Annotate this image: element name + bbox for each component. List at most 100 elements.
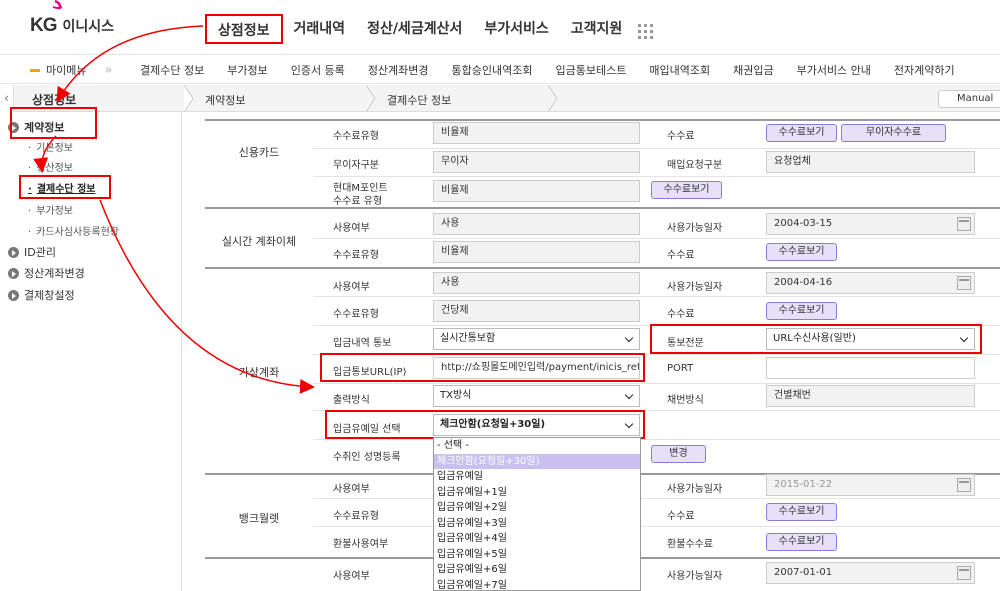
dropdown-option[interactable]: 입금유예일+3일: [434, 516, 640, 532]
gnb-store-info[interactable]: 상점정보: [205, 14, 283, 44]
section-label: 실시간 계좌이체: [221, 235, 297, 248]
deposit-grace-dropdown-list: - 선택 - 체크안함(요청일+30일) 입금유예일 입금유예일+1일 입금유예…: [433, 437, 641, 591]
manual-button[interactable]: Manual: [938, 90, 1000, 108]
card-fee-view-button[interactable]: 수수료보기: [766, 124, 837, 142]
vaccount-fee-type-field: 건당제: [433, 300, 640, 322]
calendar-icon[interactable]: [957, 276, 971, 290]
next-date-field: 2007-01-01: [766, 562, 975, 584]
top-header: KG 이니시스 상점정보 거래내역 정산/세금계산서 부가서비스 고객지원: [0, 0, 1000, 50]
row-divider: [313, 498, 1000, 499]
field-label: 수수료: [667, 131, 695, 142]
port-input[interactable]: [766, 357, 975, 379]
print-method-select[interactable]: TX방식: [433, 385, 640, 407]
card-fee-type-field: 비율제: [433, 122, 640, 144]
field-label: 수수료: [667, 250, 695, 261]
field-label: 사용여부: [333, 223, 370, 234]
row-divider: [313, 148, 1000, 149]
my-menu[interactable]: 마이메뉴 »: [30, 62, 112, 78]
global-nav: 상점정보 거래내역 정산/세금계산서 부가서비스 고객지원: [205, 14, 633, 44]
field-label: 환불수수료: [667, 539, 713, 550]
breadcrumb-level2: 결제수단 정보: [387, 94, 452, 107]
vaccount-fee-view-button[interactable]: 수수료보기: [766, 302, 837, 320]
sidebar-sub-additional[interactable]: 부가정보: [28, 202, 73, 217]
field-label: 무이자구분: [333, 160, 379, 171]
calendar-icon[interactable]: [957, 217, 971, 231]
vaccount-use-field: 사용: [433, 272, 640, 294]
row-divider: [313, 526, 1000, 527]
logo-name-text: 이니시스: [62, 19, 115, 35]
subnav-additional-info[interactable]: 부가정보: [227, 62, 267, 78]
realtime-fee-view-button[interactable]: 수수료보기: [766, 243, 837, 261]
highlight-box: [325, 410, 645, 439]
field-label: 수수료유형: [333, 511, 379, 522]
my-menu-label: 마이메뉴: [46, 64, 87, 77]
sidebar-item-label: 정산계좌변경: [24, 267, 85, 280]
logo-kg-text: KG: [30, 15, 57, 36]
field-label: 사용가능일자: [667, 484, 723, 495]
field-label: 채번방식: [667, 395, 704, 406]
sub-nav-items: 결제수단 정보 부가정보 인증서 등록 정산계좌변경 통합승인내역조회 입금통보…: [140, 62, 978, 78]
breadcrumb-home: 상점정보: [32, 93, 77, 107]
dropdown-option[interactable]: 입금유예일: [434, 469, 640, 485]
subnav-service-guide[interactable]: 부가서비스 안내: [797, 62, 871, 78]
calendar-icon[interactable]: [957, 478, 971, 492]
section-label: 신용카드: [238, 146, 280, 159]
card-hyundai-fee-view-button[interactable]: 수수료보기: [651, 181, 722, 199]
circle-arrow-icon: [8, 267, 19, 279]
receiver-change-button[interactable]: 변경: [651, 445, 706, 463]
dropdown-option[interactable]: - 선택 -: [434, 438, 640, 454]
field-label: 수수료 유형: [333, 196, 383, 207]
field-label: 사용가능일자: [667, 223, 723, 234]
subnav-certificate[interactable]: 인증서 등록: [291, 62, 345, 78]
row-divider: [313, 439, 1000, 440]
subnav-bond-deposit[interactable]: 채권입금: [733, 62, 773, 78]
sidebar-item-label: ID관리: [24, 246, 56, 259]
subnav-account-change[interactable]: 정산계좌변경: [368, 62, 429, 78]
sidebar-sub-settlement[interactable]: 정산정보: [28, 159, 73, 174]
dropdown-option[interactable]: 입금유예일+7일: [434, 578, 640, 591]
sidebar-sub-card-review[interactable]: 카드사심사등록현황: [28, 223, 119, 238]
dropdown-option-selected[interactable]: 체크안함(요청일+30일): [434, 453, 640, 469]
kg-inicis-logo[interactable]: KG 이니시스: [30, 0, 115, 38]
field-label: 환불사용여부: [333, 539, 389, 550]
gnb-settlement[interactable]: 정산/세금계산서: [356, 14, 473, 44]
field-label: 사용여부: [333, 571, 370, 582]
subnav-payment-method[interactable]: 결제수단 정보: [140, 62, 204, 78]
sidebar-item-id[interactable]: ID관리: [8, 244, 56, 260]
circle-arrow-icon: [8, 289, 19, 301]
dropdown-option[interactable]: 입금유예일+2일: [434, 500, 640, 516]
sidebar-item-account-change[interactable]: 정산계좌변경: [8, 265, 85, 281]
bank-refund-fee-view-button[interactable]: 수수료보기: [766, 533, 837, 551]
highlight-box: [320, 353, 645, 382]
card-hyundai-fee-type-field: 비율제: [433, 180, 640, 202]
my-menu-bar-icon: [30, 68, 40, 72]
sidebar-sub-basic[interactable]: 기본정보: [28, 139, 73, 154]
subnav-purchase-history[interactable]: 매입내역조회: [649, 62, 710, 78]
field-label: 사용여부: [333, 282, 370, 293]
all-menu-grid-icon[interactable]: [638, 24, 653, 39]
gnb-additional-services[interactable]: 부가서비스: [473, 14, 559, 44]
dropdown-option[interactable]: 입금유예일+5일: [434, 547, 640, 563]
sidebar-item-payment-window[interactable]: 결제창설정: [8, 287, 75, 303]
breadcrumb-separator-icon: [365, 85, 376, 112]
subnav-e-contract[interactable]: 전자계약하기: [894, 62, 955, 78]
field-label: 매입요청구분: [667, 160, 723, 171]
deposit-notify-select[interactable]: 실시간통보함: [433, 328, 640, 350]
card-purchase-request-field: 요청업체: [766, 151, 975, 173]
card-free-interest-fee-button[interactable]: 무이자수수료: [841, 124, 946, 142]
logo-mark-icon: [52, 0, 63, 10]
bank-date-field: 2015-01-22: [766, 474, 975, 496]
dropdown-option[interactable]: 입금유예일+6일: [434, 562, 640, 578]
field-label: 사용여부: [333, 484, 370, 495]
subnav-deposit-test[interactable]: 입금통보테스트: [556, 62, 627, 78]
bank-fee-view-button[interactable]: 수수료보기: [766, 503, 837, 521]
field-label: 수수료: [667, 309, 695, 320]
calendar-icon[interactable]: [957, 566, 971, 580]
subnav-approval-history[interactable]: 통합승인내역조회: [452, 62, 533, 78]
gnb-transactions[interactable]: 거래내역: [283, 14, 357, 44]
dropdown-option[interactable]: 입금유예일+1일: [434, 485, 640, 501]
row-divider: [313, 296, 1000, 297]
gnb-customer-support[interactable]: 고객지원: [560, 14, 634, 44]
highlight-box: [10, 107, 97, 139]
dropdown-option[interactable]: 입금유예일+4일: [434, 531, 640, 547]
